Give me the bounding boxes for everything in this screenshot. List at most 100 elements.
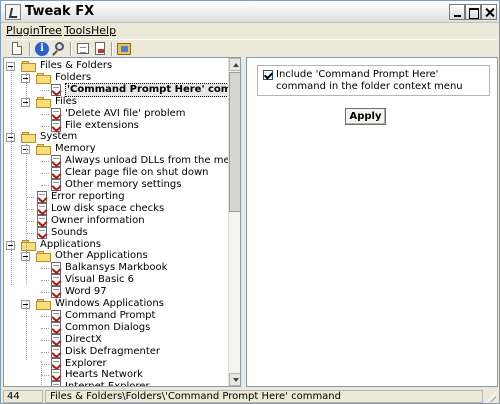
tree-connector <box>41 113 49 115</box>
scroll-up-arrow[interactable] <box>229 58 240 71</box>
tree-connector <box>41 185 49 186</box>
tweak-document-icon <box>50 321 62 335</box>
tree-item-node[interactable]: Sounds <box>4 226 226 240</box>
tree-node-label[interactable]: Always unload DLLs from the memory <box>65 155 240 167</box>
tree-node-label[interactable]: Internet Explorer <box>65 381 150 386</box>
tree-node-label[interactable]: Owner information <box>51 215 145 227</box>
info-button[interactable]: i <box>34 41 50 57</box>
tweak-document-icon <box>50 167 62 180</box>
tree-item-node[interactable]: Other memory settings <box>4 179 226 192</box>
menu-tools[interactable]: Tools <box>63 24 92 37</box>
tree-guide-line <box>11 67 12 285</box>
tree-node-label[interactable]: Balkansys Markbook <box>65 262 167 274</box>
tree-item-node[interactable]: Balkansys Markbook <box>4 262 226 275</box>
tree-node-label[interactable]: Command Prompt <box>65 310 155 322</box>
tree-folder-node[interactable]: System <box>4 131 226 144</box>
tree-item-node[interactable]: 'Delete AVI file' problem <box>4 107 226 121</box>
search-button[interactable] <box>51 41 67 57</box>
tree-item-node[interactable]: 'Command Prompt Here' command <box>4 82 240 97</box>
close-button[interactable] <box>481 4 497 20</box>
tree-node-label[interactable]: Low disk space checks <box>51 203 164 215</box>
tree-node-label[interactable]: Other Applications <box>55 250 148 262</box>
tree-folder-node[interactable]: Applications <box>4 239 226 251</box>
tweak-document-icon <box>50 119 62 132</box>
new-document-button[interactable] <box>9 41 25 57</box>
tree-item-node[interactable]: Error reporting <box>4 190 226 204</box>
command-prompt-checkbox[interactable] <box>263 70 273 80</box>
resize-grip-icon[interactable] <box>485 391 497 403</box>
tree-node-label[interactable]: Windows Applications <box>55 298 164 310</box>
menu-plugin[interactable]: Plugin <box>5 24 41 37</box>
tree-connector <box>41 315 49 317</box>
image-button[interactable] <box>116 41 132 57</box>
tree-node-label[interactable]: Hearts Network <box>65 369 143 381</box>
app-icon <box>5 4 21 20</box>
tree-node-label[interactable]: 'Command Prompt Here' command <box>65 82 240 97</box>
tree-item-node[interactable]: Owner information <box>4 214 226 228</box>
folder-icon <box>21 61 37 72</box>
tree-node-label[interactable]: Applications <box>40 239 101 251</box>
scroll-thumb[interactable] <box>229 72 240 212</box>
tree-node-label[interactable]: Files & Folders <box>40 60 112 72</box>
toolbar-separator <box>29 42 31 56</box>
tree-connector <box>41 268 49 270</box>
tree-folder-node[interactable]: Files <box>4 96 226 108</box>
tree-connector <box>26 232 34 234</box>
tree-item-node[interactable]: Command Prompt <box>4 309 226 323</box>
tree-node-label[interactable]: Clear page file on shut down <box>65 167 209 179</box>
tree-item-node[interactable]: Clear page file on shut down <box>4 167 226 180</box>
tree-connector <box>41 280 49 282</box>
status-path: Files & Folders\Folders\'Command Prompt … <box>45 390 483 403</box>
document-button[interactable] <box>92 41 108 57</box>
tree-node-label[interactable]: System <box>40 131 77 143</box>
tree-item-node[interactable]: Internet Explorer <box>4 381 226 386</box>
folder-icon <box>21 132 37 144</box>
minimize-button[interactable] <box>449 4 465 20</box>
tree-node-label[interactable]: Memory <box>55 143 96 155</box>
tree-node-label[interactable]: Files <box>55 96 77 108</box>
tree-node-label[interactable]: Visual Basic 6 <box>65 274 134 286</box>
tree-scrollbar[interactable] <box>228 58 240 386</box>
tree-item-node[interactable]: Common Dialogs <box>4 321 226 335</box>
note-button[interactable] <box>75 41 91 57</box>
tree-node-label[interactable]: DirectX <box>65 334 102 346</box>
scroll-down-arrow[interactable] <box>229 373 240 386</box>
apply-button[interactable]: Apply <box>345 108 386 125</box>
tree-node-label[interactable]: Disk Defragmenter <box>65 346 160 358</box>
tree-connector <box>41 173 49 175</box>
tree-folder-node[interactable]: Memory <box>4 143 226 156</box>
tree-folder-node[interactable]: Other Applications <box>4 250 226 263</box>
menu-bar: Plugin Tree Tools Help <box>1 23 499 39</box>
tree-node-label[interactable]: 'Delete AVI file' problem <box>65 108 186 120</box>
tree-item-node[interactable]: Always unload DLLs from the memory <box>4 155 240 168</box>
tree-folder-node[interactable]: Windows Applications <box>4 298 226 310</box>
menu-help[interactable]: Help <box>90 24 117 37</box>
tree-view[interactable]: Files & Folders Folders 'Command Prompt He… <box>3 57 241 387</box>
tree-item-node[interactable]: Hearts Network <box>4 369 226 382</box>
tree-item-node[interactable]: File extensions <box>4 119 226 132</box>
tree-item-node[interactable]: DirectX <box>4 333 226 347</box>
tweak-document-icon <box>50 333 62 347</box>
tweak-document-icon <box>50 381 62 386</box>
command-prompt-option-label[interactable]: Include 'Command Prompt Here' command in… <box>276 69 488 93</box>
tree-folder-node[interactable]: Files & Folders <box>4 60 226 72</box>
tree-node-label[interactable]: Error reporting <box>51 191 125 203</box>
tree-node-label[interactable]: Other memory settings <box>65 179 181 191</box>
tree-node-label[interactable]: Word 97 <box>65 286 107 298</box>
tree-guide-line <box>26 144 27 284</box>
tree-node-label[interactable]: Sounds <box>51 227 88 239</box>
info-icon: i <box>35 42 49 56</box>
tree-item-node[interactable]: Word 97 <box>4 286 226 299</box>
menu-tree[interactable]: Tree <box>38 24 63 37</box>
tree-node-label[interactable]: Common Dialogs <box>65 322 150 334</box>
tree-item-node[interactable]: Explorer <box>4 357 226 370</box>
maximize-button[interactable] <box>465 4 481 20</box>
tree-node-label[interactable]: Explorer <box>65 358 107 370</box>
tree-item-node[interactable]: Visual Basic 6 <box>4 274 226 287</box>
title-bar[interactable]: Tweak FX <box>1 1 499 23</box>
tree-item-node[interactable]: Disk Defragmenter <box>4 345 226 359</box>
tree-connector <box>26 220 34 222</box>
tree-node-label[interactable]: File extensions <box>65 120 139 132</box>
tree-connector <box>41 351 49 353</box>
tree-item-node[interactable]: Low disk space checks <box>4 202 226 216</box>
